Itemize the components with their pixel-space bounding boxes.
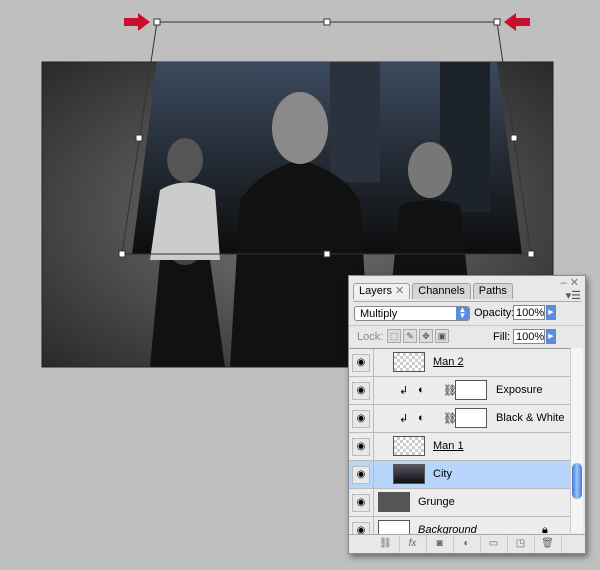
lock-pixels-icon[interactable]: ✎ <box>403 329 417 343</box>
fill-label: Fill: <box>493 331 511 343</box>
new-group-icon[interactable]: ▭ <box>481 535 508 553</box>
opacity-label: Opacity: <box>474 307 515 319</box>
layers-scrollbar[interactable] <box>570 348 583 533</box>
fill-slider-button[interactable]: ▶ <box>546 329 556 344</box>
layer-thumbnail <box>378 520 410 534</box>
layer-row[interactable]: ◉ Background 🔒︎ <box>349 517 570 534</box>
layer-row[interactable]: ◉ Man 1 <box>349 433 570 461</box>
layer-name: Man 1 <box>433 440 464 452</box>
clip-arrow-icon: ↲ <box>399 385 409 397</box>
adjustment-icon: ◐ <box>418 384 425 396</box>
link-layers-icon[interactable]: ⛓ <box>373 535 400 553</box>
tab-channels[interactable]: Channels <box>412 283 471 299</box>
tab-layers[interactable]: Layers ✕ <box>353 283 411 299</box>
lock-label: Lock: <box>357 331 384 343</box>
layer-name: Black & White <box>496 412 565 424</box>
eye-icon[interactable]: ◉ <box>352 438 370 456</box>
layer-name: Background <box>418 524 477 534</box>
eye-icon[interactable]: ◉ <box>352 466 370 484</box>
new-layer-icon[interactable]: ◳ <box>508 535 535 553</box>
panel-window-controls[interactable]: – ✕ <box>561 276 579 289</box>
layer-row[interactable]: ◉ Man 2 <box>349 349 570 377</box>
layer-row-selected[interactable]: ◉ City <box>349 461 570 489</box>
adjustment-layer-icon[interactable]: ◐ <box>454 535 481 553</box>
eye-icon[interactable]: ◉ <box>352 354 370 372</box>
clip-arrow-icon: ↲ <box>399 413 409 425</box>
scrollbar-thumb[interactable] <box>572 463 582 499</box>
tab-label: Layers <box>359 285 393 297</box>
layers-list: ◉ Man 2 ◉ ↲ ◐ ⛓ Exposure ◉ ↲ ◐ ⛓ Black & White ◉ M… <box>349 348 570 534</box>
tab-label: Paths <box>478 285 507 297</box>
tab-label: Channels <box>418 285 465 297</box>
lock-position-icon[interactable]: ✥ <box>419 329 433 343</box>
blend-mode-select[interactable]: Multiply ▲ ▼ <box>354 306 470 321</box>
building <box>440 62 490 212</box>
opacity-input[interactable]: 100% <box>513 305 545 320</box>
building <box>330 62 380 182</box>
eye-icon[interactable]: ◉ <box>352 410 370 428</box>
mask-thumbnail <box>455 380 487 400</box>
arrow-left-icon <box>504 13 530 31</box>
layer-thumbnail <box>393 352 425 372</box>
layer-name: City <box>433 468 452 480</box>
layer-name: Man 2 <box>433 356 464 368</box>
eye-icon[interactable]: ◉ <box>352 522 370 534</box>
layer-name: Grunge <box>418 496 455 508</box>
fill-input[interactable]: 100% <box>513 329 545 344</box>
lock-icon: 🔒︎ <box>542 524 548 534</box>
trash-icon[interactable]: 🗑︎ <box>535 535 562 553</box>
layer-name: Exposure <box>496 384 543 396</box>
layer-thumbnail <box>393 464 425 484</box>
close-icon[interactable]: ✕ <box>395 285 404 297</box>
tab-paths[interactable]: Paths <box>472 283 513 299</box>
layer-thumbnail <box>393 436 425 456</box>
arrow-right-icon <box>124 13 150 31</box>
fx-icon[interactable]: fx <box>400 535 427 553</box>
lock-all-icon[interactable]: ▣ <box>435 329 449 343</box>
blend-mode-value: Multiply <box>360 308 398 320</box>
layers-panel: – ✕ ▾☰ Layers ✕ Channels Paths Multiply ▲ ▼… <box>348 275 586 554</box>
layer-row[interactable]: ◉ ↲ ◐ ⛓ Exposure <box>349 377 570 405</box>
layer-thumbnail <box>378 492 410 512</box>
add-mask-icon[interactable]: ◙ <box>427 535 454 553</box>
adjustment-icon: ◐ <box>418 412 425 424</box>
lock-transparency-icon[interactable]: ⬚ <box>387 329 401 343</box>
eye-icon[interactable]: ◉ <box>352 494 370 512</box>
opacity-slider-button[interactable]: ▶ <box>546 305 556 320</box>
mask-thumbnail <box>455 408 487 428</box>
layer-row[interactable]: ◉ ↲ ◐ ⛓ Black & White <box>349 405 570 433</box>
eye-icon[interactable]: ◉ <box>352 382 370 400</box>
layer-row[interactable]: ◉ Grunge <box>349 489 570 517</box>
updown-arrows-icon: ▲ ▼ <box>456 306 469 320</box>
